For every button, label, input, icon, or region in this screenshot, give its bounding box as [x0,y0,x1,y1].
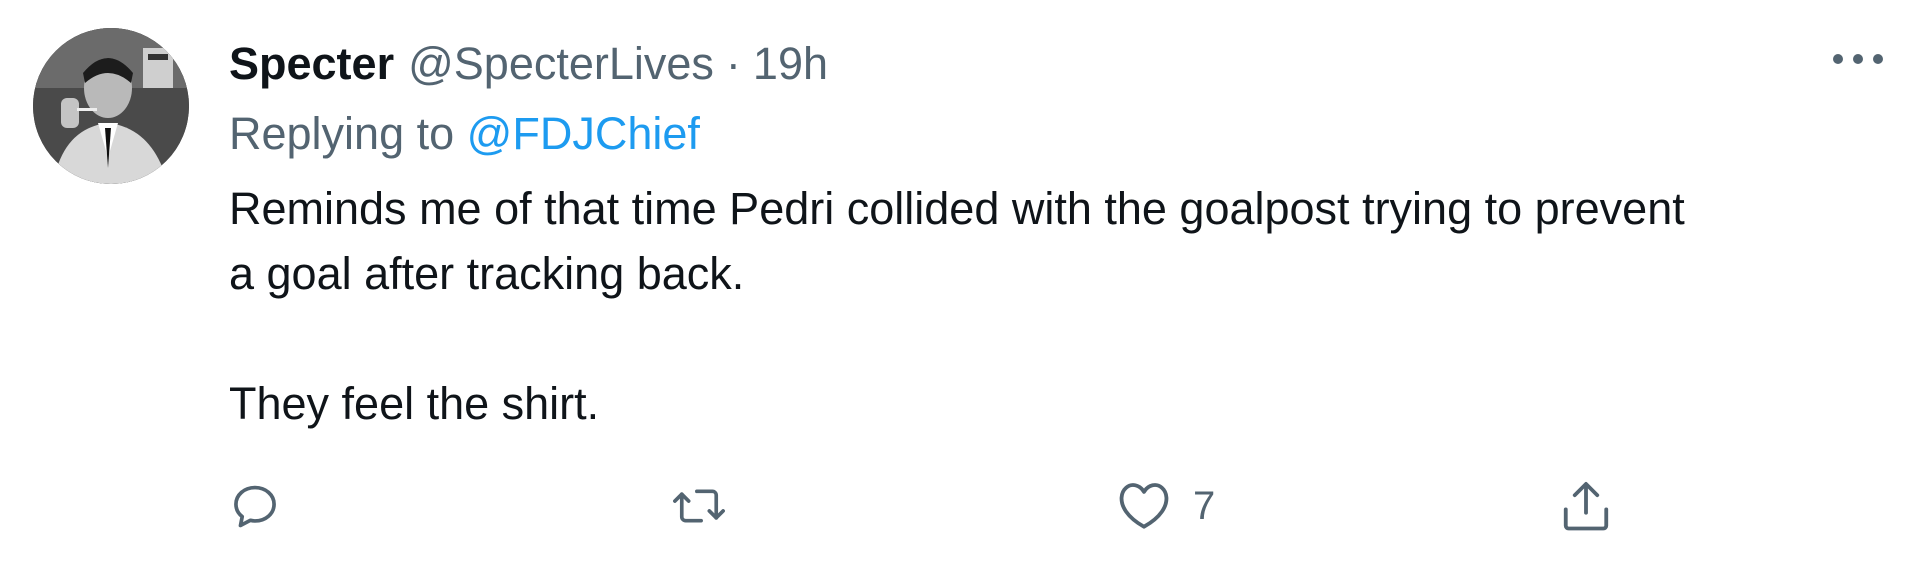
tweet-text-line: Reminds me of that time Pedri collided w… [229,183,1685,234]
share-icon [1561,479,1611,533]
replying-to: Replying to @FDJChief [229,106,700,162]
action-bar: 7 [229,478,1889,534]
like-count: 7 [1193,483,1216,528]
reply-mention-link[interactable]: @FDJChief [467,108,700,159]
avatar[interactable] [33,28,189,184]
retweet-icon [671,480,727,532]
reply-button[interactable] [229,478,281,534]
like-button[interactable]: 7 [1117,478,1215,534]
replying-to-label: Replying to [229,108,455,159]
user-handle[interactable]: @SpecterLives [408,36,714,92]
heart-icon [1117,481,1171,531]
display-name[interactable]: Specter [229,36,394,92]
timestamp[interactable]: 19h [753,36,828,92]
tweet-text-line: They feel the shirt. [229,378,600,429]
tweet-header: Specter @SpecterLives · 19h [229,36,828,92]
tweet-text-line: a goal after tracking back. [229,248,745,299]
more-button[interactable] [1832,46,1884,72]
retweet-button[interactable] [671,478,727,534]
share-button[interactable] [1561,478,1611,534]
separator-dot: · [725,38,741,89]
more-icon [1832,53,1884,65]
tweet-body: Reminds me of that time Pedri collided w… [229,176,1889,436]
tweet-card[interactable]: Specter @SpecterLives · 19h Replying to … [0,0,1917,565]
avatar-photo [33,28,189,184]
reply-icon [229,480,281,532]
